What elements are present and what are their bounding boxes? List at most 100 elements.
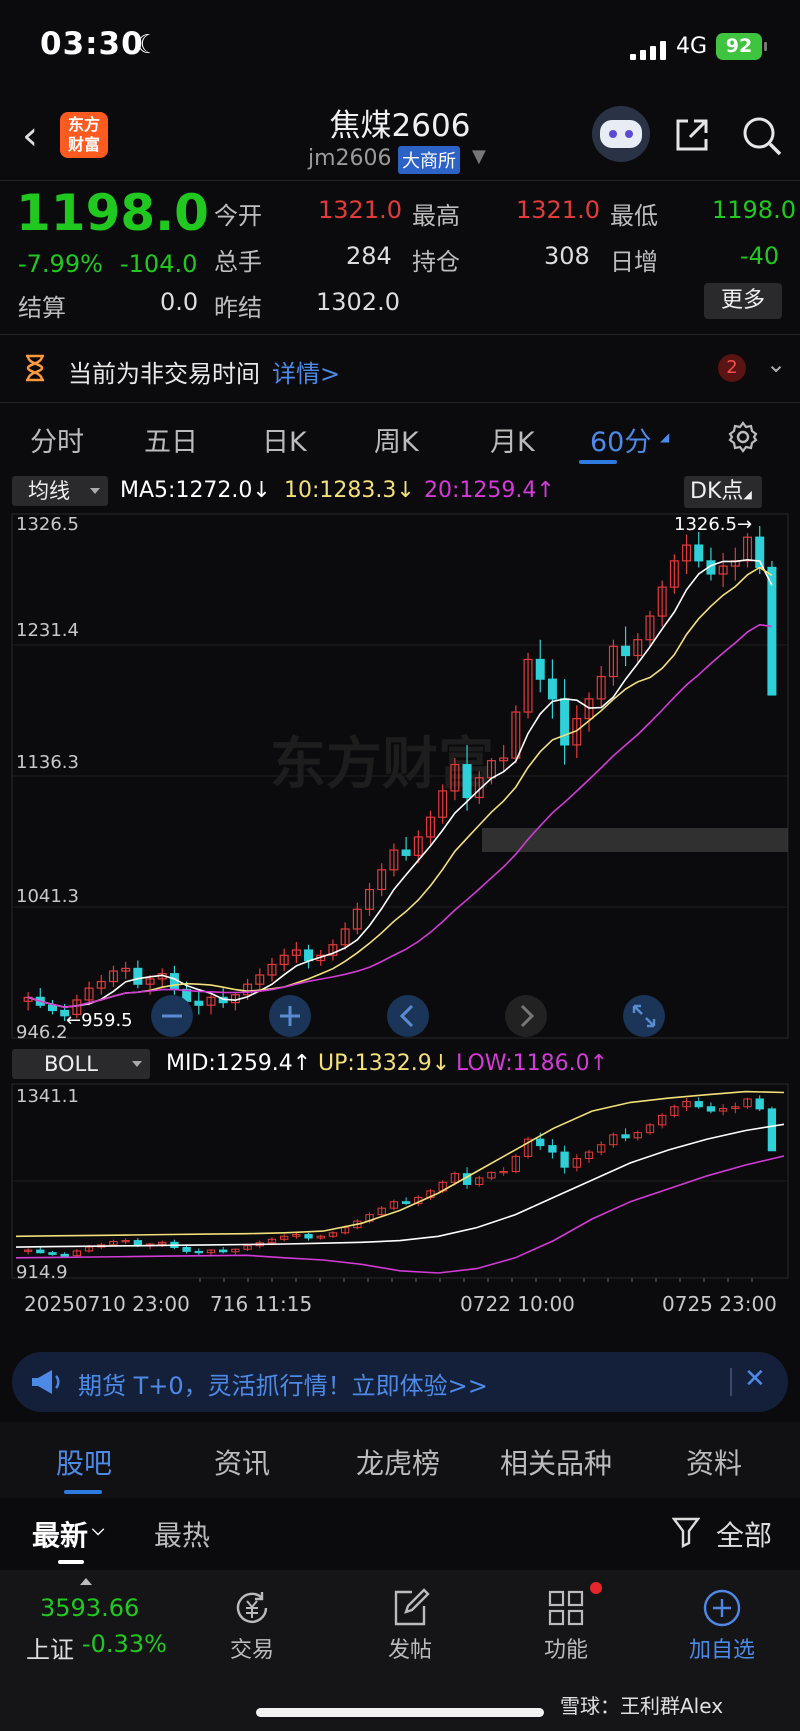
tab-related-varieties[interactable]: 相关品种 <box>500 1442 612 1482</box>
boll-selector[interactable]: BOLL <box>12 1049 150 1079</box>
candle-body <box>47 1004 57 1012</box>
zoom-in-button[interactable] <box>268 994 312 1038</box>
boll-lines <box>15 1090 785 1274</box>
watermark-text: 雪球：王利群Alex <box>560 1694 724 1718</box>
active-sort-indicator <box>58 1560 84 1564</box>
period-tabs: 分时 五日 日K 周K 月K 60分 ◢ <box>0 408 800 468</box>
daily-inc-value: -40 <box>740 242 780 270</box>
change-amount: -104.0 <box>120 250 198 278</box>
tab-dragon-tiger[interactable]: 龙虎榜 <box>356 1442 440 1482</box>
fullscreen-button[interactable] <box>622 994 666 1038</box>
contract-code[interactable]: jm2606 <box>308 146 392 171</box>
battery-icon: 92 <box>716 33 767 60</box>
boll-up-value: UP:1332.9↓ <box>318 1051 451 1076</box>
chevron-down-icon[interactable]: ⌄ <box>766 350 786 378</box>
add-circle-icon[interactable] <box>702 1588 742 1628</box>
gear-icon[interactable] <box>726 420 760 454</box>
candle-body <box>194 1000 204 1006</box>
boll-candle-body <box>182 1246 191 1252</box>
tab-weekly-k[interactable]: 周K <box>374 420 419 459</box>
tab-monthly-k[interactable]: 月K <box>490 420 535 459</box>
chevron-down-icon[interactable]: ⌵ <box>92 1520 104 1540</box>
functions-label[interactable]: 功能 <box>506 1632 626 1664</box>
boll-mid-value: MID:1259.4↑ <box>166 1051 312 1076</box>
x-axis-label: 20250710 23:00 <box>24 1292 190 1316</box>
scroll-right-button[interactable] <box>504 994 548 1038</box>
trade-label[interactable]: 交易 <box>192 1632 312 1664</box>
ma10-value: 10:1283.3↓ <box>284 478 415 503</box>
low-value: 1198.0 <box>712 196 796 224</box>
sort-tabs: 最新 ⌵ 最热 全部 <box>0 1498 800 1570</box>
active-tab-indicator <box>64 1490 102 1494</box>
daily-inc-label: 日增 <box>610 248 658 276</box>
candle-body <box>694 544 704 562</box>
sort-latest[interactable]: 最新 <box>32 1514 88 1554</box>
ai-assistant-icon[interactable] <box>592 106 650 162</box>
chevron-down-icon[interactable]: ▼ <box>472 146 486 167</box>
open-label: 今开 <box>214 202 262 230</box>
boll-y-axis-label: 914.9 <box>16 1262 68 1283</box>
tab-news[interactable]: 资讯 <box>214 1442 270 1482</box>
boll-grid <box>11 1083 789 1282</box>
tab-five-day[interactable]: 五日 <box>144 420 198 459</box>
sort-hottest[interactable]: 最热 <box>154 1514 210 1554</box>
oi-value: 308 <box>544 242 590 270</box>
home-indicator[interactable] <box>256 1708 544 1717</box>
candle-body <box>767 566 777 696</box>
dk-point-caret: ◢ <box>743 488 752 501</box>
banner-text: 期货 T+0，灵活抓行情！立即体验>> <box>78 1372 488 1400</box>
content-tabs: 股吧 资讯 龙虎榜 相关品种 资料 <box>0 1422 800 1498</box>
add-watch-label[interactable]: 加自选 <box>662 1632 782 1664</box>
trading-notice[interactable]: 当前为非交易时间 详情> 2 ⌄ <box>0 336 800 400</box>
prev-settle-value: 1302.0 <box>316 288 400 316</box>
expand-caret-icon[interactable] <box>80 1578 92 1585</box>
boll-mid-line <box>15 1123 785 1248</box>
settle-label: 结算 <box>18 294 66 322</box>
megaphone-icon <box>32 1370 60 1394</box>
boll-candle-body <box>536 1138 545 1147</box>
trade-icon[interactable] <box>232 1588 272 1628</box>
candle-body <box>133 967 143 985</box>
dk-point-button[interactable]: DK点◢ <box>684 476 762 508</box>
post-label[interactable]: 发帖 <box>350 1632 470 1664</box>
tab-60min[interactable]: 60分 <box>590 420 651 459</box>
boll-candle-body <box>401 1201 411 1204</box>
boll-chart[interactable] <box>0 1082 800 1282</box>
prev-settle-label: 昨结 <box>214 294 262 322</box>
hourglass-icon <box>26 354 44 382</box>
tab-info[interactable]: 资料 <box>686 1442 742 1482</box>
share-icon[interactable] <box>672 115 712 155</box>
zoom-out-button[interactable] <box>150 994 194 1038</box>
tab-forum[interactable]: 股吧 <box>56 1442 112 1482</box>
boll-candle-body <box>621 1134 630 1139</box>
filter-all[interactable]: 全部 <box>716 1514 772 1554</box>
oi-label: 持仓 <box>412 248 460 276</box>
close-icon[interactable]: ✕ <box>744 1364 766 1394</box>
index-change[interactable]: -0.33% <box>82 1630 167 1658</box>
more-button[interactable]: 更多 <box>704 283 782 319</box>
post-icon[interactable] <box>390 1588 430 1628</box>
boll-candle-body <box>219 1249 228 1253</box>
boll-up-line <box>15 1090 785 1238</box>
notice-details-link[interactable]: 详情> <box>272 354 340 389</box>
index-value[interactable]: 3593.66 <box>40 1594 139 1622</box>
candle-body <box>401 849 411 856</box>
volume-value: 284 <box>346 242 392 270</box>
candlestick-chart[interactable]: 东方财富 1326.5→ ←959.5 <box>0 508 800 1046</box>
index-name[interactable]: 上证 <box>26 1630 74 1665</box>
tab-intraday[interactable]: 分时 <box>30 420 84 459</box>
divider <box>0 180 800 181</box>
promo-banner[interactable]: 期货 T+0，灵活抓行情！立即体验>> ✕ <box>12 1352 788 1412</box>
functions-icon[interactable] <box>546 1588 586 1628</box>
candle-body <box>169 973 179 991</box>
ma20-value: 20:1259.4↑ <box>424 478 555 503</box>
dk-point-label: DK点 <box>690 479 744 504</box>
candle-body <box>462 764 472 799</box>
tab-daily-k[interactable]: 日K <box>262 420 307 459</box>
scroll-left-button[interactable] <box>386 994 430 1038</box>
y-axis-label: 1231.4 <box>16 620 79 641</box>
filter-icon[interactable] <box>672 1516 700 1548</box>
search-icon[interactable] <box>740 114 784 158</box>
ma-selector[interactable]: 均线 <box>12 476 108 506</box>
notice-count-badge: 2 <box>718 354 746 382</box>
